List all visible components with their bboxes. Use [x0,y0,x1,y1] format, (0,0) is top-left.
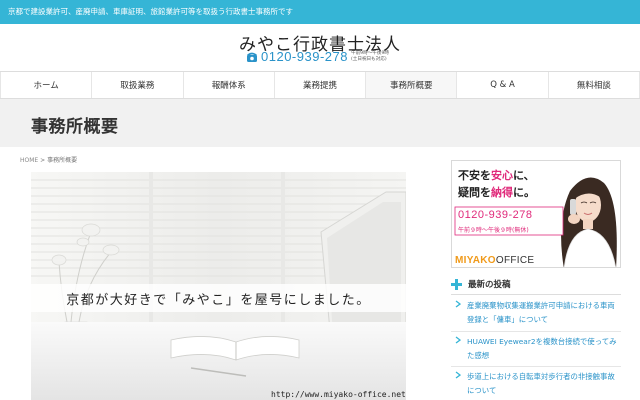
hero-caption-band: 京都が大好きで「みやこ」を屋号にしました。 [31,284,406,312]
chevron-right-icon [455,371,461,379]
recent-post-item[interactable]: 歩道上における自転車対歩行者の非接触事故について [455,370,621,398]
post-divider [451,366,621,367]
recent-post-item[interactable]: HUAWEI Eyewear2を複数台接続で使ってみた感想 [455,335,621,363]
hero-caption: 京都が大好きで「みやこ」を屋号にしました。 [66,293,371,308]
hours-line-1: 午前9時〜午後9時 [350,50,389,56]
nav-item-label: 事務所概要 [390,81,433,91]
banner-headline-1: 不安を安心に、 [458,167,535,183]
hero-image: 京都が大好きで「みやこ」を屋号にしました。 http://www.miyako-… [31,172,406,400]
breadcrumb-home-link[interactable]: HOME [20,157,38,164]
chevron-right-icon [455,336,461,344]
page-title: 事務所概要 [31,117,119,137]
banner-brand-logo: MIYAKOOFFICE [452,253,562,267]
nav-item-qa[interactable]: Q & A [457,72,549,98]
breadcrumb-separator: > [40,157,46,164]
banner-headline-1-accent: 安心 [491,169,513,182]
site-header: みやこ行政書士法人 0120-939-278 午前9時〜午後9時 (土日祝日も対… [0,24,640,72]
recent-posts-heading: 最新の投稿 [451,278,511,290]
phone-icon [246,52,258,62]
nav-item-office-overview[interactable]: 事務所概要 [366,72,458,98]
nav-item-label: 無料相談 [576,81,611,91]
contact-banner[interactable]: 不安を安心に、 疑問を納得に。 0120-939-278 午前９時〜午後９時(無… [451,160,621,268]
nav-item-fees[interactable]: 報酬体系 [184,72,275,98]
hours-line-2: (土日祝日も対応) [350,56,387,62]
recent-post-link[interactable]: HUAWEI Eyewear2を複数台接続で使ってみた感想 [467,335,621,363]
recent-posts-title: 最新の投稿 [468,280,511,290]
banner-headline-2-accent: 納得 [491,186,513,199]
banner-phone-number: 0120-939-278 [458,209,533,221]
recent-posts-divider [451,294,621,295]
nav-item-free-consultation[interactable]: 無料相談 [549,72,640,98]
main-nav: ホーム 取扱業務 報酬体系 業務提携 事務所概要 Q & A 無料相談 [0,71,640,99]
nav-item-label: 業務提携 [302,81,337,91]
banner-brand-text: MIYAKOOFFICE [455,255,534,266]
breadcrumb-current: 事務所概要 [47,157,78,164]
recent-post-link[interactable]: 歩道上における自転車対歩行者の非接触事故について [467,370,621,398]
hero-url: http://www.miyako-office.net [271,390,406,399]
banner-headline-2-post: に。 [513,186,535,199]
breadcrumb: HOME > 事務所概要 [20,155,77,164]
banner-brand-part1: MIYAKO [455,255,496,266]
nav-item-partnership[interactable]: 業務提携 [275,72,367,98]
header-phone[interactable]: 0120-939-278 午前9時〜午後9時 (土日祝日も対応) [246,49,389,64]
banner-headline-2-pre: 疑問を [458,186,491,199]
post-divider [451,331,621,332]
banner-headline-1-pre: 不安を [458,169,491,182]
banner-hours: 午前９時〜午後９時(無休) [458,227,529,234]
nav-item-services[interactable]: 取扱業務 [92,72,184,98]
nav-item-label: Q & A [490,80,515,90]
top-bar: 京都で建設業許可、産廃申請、車庫証明、旅館業許可等を取扱う行政書士事務所です [0,0,640,24]
header-phone-number: 0120-939-278 [261,49,348,64]
recent-post-link[interactable]: 産業廃棄物収集運搬業許可申請における車両登録と「傭車」について [467,299,621,327]
banner-headline-1-post: に、 [513,169,535,182]
recent-post-item[interactable]: 産業廃棄物収集運搬業許可申請における車両登録と「傭車」について [455,299,621,327]
site-tagline: 京都で建設業許可、産廃申請、車庫証明、旅館業許可等を取扱う行政書士事務所です [8,7,293,16]
header-phone-hours: 午前9時〜午後9時 (土日祝日も対応) [351,51,389,63]
banner-brand-part2: OFFICE [495,255,535,266]
nav-item-home[interactable]: ホーム [0,72,93,98]
nav-item-label: ホーム [33,81,59,91]
nav-item-label: 報酬体系 [211,81,246,91]
chevron-right-icon [455,300,461,308]
page-title-band: 事務所概要 [0,99,640,147]
plus-icon [451,278,462,290]
banner-headline-2: 疑問を納得に。 [458,184,535,200]
nav-item-label: 取扱業務 [120,81,155,91]
